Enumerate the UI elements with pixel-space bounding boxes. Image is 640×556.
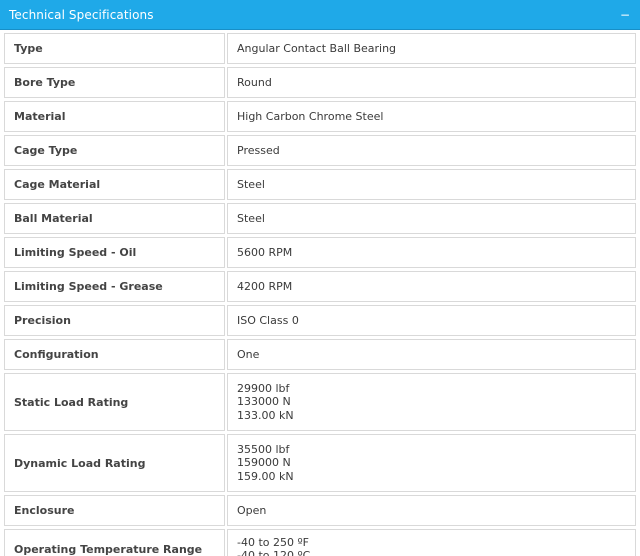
spec-label: Limiting Speed - Grease [4,271,225,302]
spec-value-line: -40 to 250 ºF [237,535,310,549]
spec-value-line: 159000 N [237,456,291,470]
spec-label: Cage Material [4,169,225,200]
spec-row: Cage Material Steel [0,169,640,200]
spec-value: 35500 lbf 159000 N 159.00 kN [227,434,636,492]
spec-label: Ball Material [4,203,225,234]
spec-value: Pressed [227,135,636,166]
spec-row: Static Load Rating 29900 lbf 133000 N 133.0… [0,373,640,431]
spec-value: Round [227,67,636,98]
spec-row: Operating Temperature Range -40 to 250 ºF… [0,529,640,556]
spec-table: Type Angular Contact Ball Bearing Bore Typ… [0,30,640,556]
spec-row: Bore Type Round [0,67,640,98]
spec-label: Cage Type [4,135,225,166]
spec-value-lines: One [237,348,259,362]
spec-value-lines: 5600 RPM [237,246,292,260]
spec-value-lines: Angular Contact Ball Bearing [237,42,396,56]
spec-value: One [227,339,636,370]
spec-value: -40 to 250 ºF -40 to 120 ºC [227,529,636,556]
spec-label: Configuration [4,339,225,370]
technical-specifications-panel: Technical Specifications − Type Angular C… [0,0,640,556]
spec-value-line: One [237,347,260,361]
spec-value: Angular Contact Ball Bearing [227,33,636,64]
panel-header[interactable]: Technical Specifications − [0,0,640,30]
spec-value-line: High Carbon Chrome Steel [237,109,384,123]
spec-label: Limiting Speed - Oil [4,237,225,268]
spec-value-lines: 29900 lbf 133000 N 133.00 kN [237,382,294,423]
spec-value: Steel [227,169,636,200]
spec-row: Cage Type Pressed [0,135,640,166]
spec-value-lines: 35500 lbf 159000 N 159.00 kN [237,443,294,484]
spec-value-line: 29900 lbf [237,381,290,395]
spec-value-line: ISO Class 0 [237,313,299,327]
spec-value-line: 5600 RPM [237,245,293,259]
spec-value-line: 4200 RPM [237,279,293,293]
spec-label: Precision [4,305,225,336]
spec-value-line: 133000 N [237,395,291,409]
spec-value: Open [227,495,636,526]
spec-label: Dynamic Load Rating [4,434,225,492]
spec-row: Limiting Speed - Grease 4200 RPM [0,271,640,302]
spec-value: 5600 RPM [227,237,636,268]
spec-value-lines: Steel [237,212,265,226]
spec-value-line: Open [237,503,267,517]
spec-row: Type Angular Contact Ball Bearing [0,33,640,64]
spec-value-lines: ISO Class 0 [237,314,299,328]
spec-value: ISO Class 0 [227,305,636,336]
spec-row: Dynamic Load Rating 35500 lbf 159000 N 159.… [0,434,640,492]
spec-value-line: 35500 lbf [237,442,290,456]
spec-value-line: 133.00 kN [237,408,294,422]
spec-label: Enclosure [4,495,225,526]
spec-value-line: Round [237,75,272,89]
spec-value-lines: Steel [237,178,265,192]
spec-row: Material High Carbon Chrome Steel [0,101,640,132]
spec-value-line: Steel [237,177,265,191]
spec-value-line: Pressed [237,143,280,157]
spec-value: 4200 RPM [227,271,636,302]
spec-label: Static Load Rating [4,373,225,431]
spec-value: Steel [227,203,636,234]
spec-value-line: Steel [237,211,265,225]
spec-value-lines: Round [237,76,272,90]
spec-row: Limiting Speed - Oil 5600 RPM [0,237,640,268]
spec-value-lines: Pressed [237,144,280,158]
spec-value: 29900 lbf 133000 N 133.00 kN [227,373,636,431]
spec-value-line: Angular Contact Ball Bearing [237,41,397,55]
spec-value-lines: Open [237,504,266,518]
spec-label: Type [4,33,225,64]
spec-value-line: -40 to 120 ºC [237,549,311,556]
spec-label: Operating Temperature Range [4,529,225,556]
spec-value-lines: 4200 RPM [237,280,292,294]
spec-value-lines: -40 to 250 ºF -40 to 120 ºC [237,536,310,556]
spec-value-line: 159.00 kN [237,469,294,483]
minus-icon[interactable]: − [620,9,630,21]
spec-label: Material [4,101,225,132]
spec-value: High Carbon Chrome Steel [227,101,636,132]
spec-row: Configuration One [0,339,640,370]
panel-title: Technical Specifications [9,7,154,22]
spec-row: Ball Material Steel [0,203,640,234]
spec-row: Enclosure Open [0,495,640,526]
spec-value-lines: High Carbon Chrome Steel [237,110,383,124]
spec-row: Precision ISO Class 0 [0,305,640,336]
spec-label: Bore Type [4,67,225,98]
